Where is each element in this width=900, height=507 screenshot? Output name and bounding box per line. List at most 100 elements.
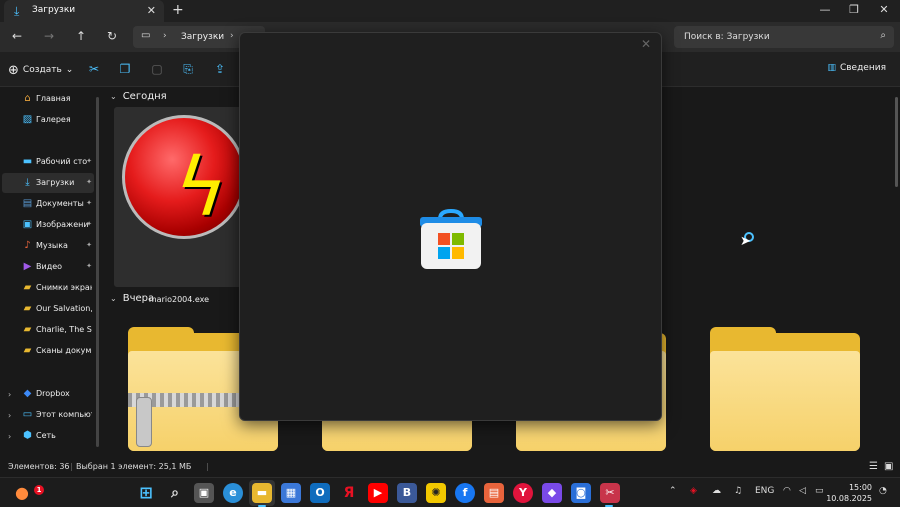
sidebar-item-label: Главная [36,94,71,103]
search-placeholder: Поиск в: Загрузки [684,32,770,42]
notification-bell-icon[interactable]: ◔ [879,486,887,496]
outlook-icon[interactable]: O [310,483,330,503]
screenshot-tool-icon[interactable]: ✂ [600,483,620,503]
file-explorer-icon[interactable]: ▬ [252,483,272,503]
rename-icon[interactable]: ⎘ [180,62,196,77]
remote-icon[interactable]: ◙ [571,483,591,503]
yandex-icon[interactable]: Я [339,483,359,503]
tab-close-icon[interactable]: ✕ [147,4,156,17]
folder-item[interactable] [710,327,860,451]
navigation-pane: ⌂ Главная ▨ Галерея ▬ Рабочий сто ✦ ⤓ За… [0,87,100,455]
forward-arrow-icon[interactable]: → [41,29,57,43]
sidebar-item-gallery[interactable]: ▨ Галерея [2,110,94,130]
chevron-right-icon[interactable]: › [230,31,234,41]
breadcrumb-downloads[interactable]: Загрузки [181,32,224,42]
chevron-right-icon[interactable]: › [163,31,167,41]
start-icon[interactable]: ⊞ [136,483,156,503]
folder-icon: ▰ [23,324,32,335]
new-tab-button[interactable]: + [172,2,184,18]
sidebar-item-music[interactable]: ♪ Музыка ✦ [2,236,94,256]
details-view-icon[interactable]: ☰ [869,461,878,472]
sidebar-item-videos[interactable]: ▶ Видео ✦ [2,257,94,277]
group-header-yesterday[interactable]: ⌄ Вчера [110,293,154,304]
wifi-icon[interactable]: ◠ [783,486,791,496]
pin-icon: ✦ [86,262,92,270]
sidebar-item-label: Документы [36,199,84,208]
zipper-pull-icon [136,397,152,447]
refresh-icon[interactable]: ↻ [104,29,120,43]
microphone-icon[interactable]: ♫ [734,486,742,496]
up-arrow-icon[interactable]: ↑ [73,29,89,43]
clock[interactable]: 15:00 10.08.2025 [826,482,872,504]
chevron-right-icon[interactable]: › [8,411,11,420]
chevron-right-icon[interactable]: › [8,432,11,441]
volume-icon[interactable]: ◁ [799,486,806,496]
paste-icon[interactable]: ▢ [149,62,165,76]
copy-icon[interactable]: ❐ [117,62,133,76]
bee-icon[interactable]: ✺ [426,483,446,503]
sidebar-item-charlie[interactable]: ▰ Charlie, The Ste [2,320,94,340]
weather-icon[interactable]: ● 1 [12,483,44,503]
sidebar-item-label: Charlie, The Ste [36,325,92,334]
sidebar-item-this-pc[interactable]: › ▭ Этот компьюте [2,405,94,425]
close-button[interactable]: ✕ [874,3,894,16]
status-divider: | [70,462,73,471]
sidebar-scrollbar[interactable] [96,97,99,447]
task-view-icon[interactable]: ▣ [194,483,214,503]
music-icon: ♪ [24,240,31,251]
sidebar-item-downloads[interactable]: ⤓ Загрузки ✦ [2,173,94,193]
chevron-right-icon[interactable]: › [8,390,11,399]
content-scrollbar[interactable] [895,97,898,187]
sidebar-item-label: Этот компьюте [36,410,92,419]
yandex-browser-icon[interactable]: Y [513,483,533,503]
minimize-button[interactable]: — [815,3,835,16]
sidebar-item-documents[interactable]: ▤ Документы ✦ [2,194,94,214]
sidebar-item-screenshots[interactable]: ▰ Снимки экрана [2,278,94,298]
sidebar-item-scans[interactable]: ▰ Сканы докумен [2,341,94,361]
game-icon[interactable]: ◆ [542,483,562,503]
facebook-icon[interactable]: f [455,483,475,503]
sidebar-item-desktop[interactable]: ▬ Рабочий сто ✦ [2,152,94,172]
clock-date: 10.08.2025 [826,494,872,503]
lightning-bolt-icon: ϟ [175,141,228,234]
group-label: Сегодня [122,91,167,102]
share-icon[interactable]: ⇪ [212,62,228,76]
language-indicator[interactable]: ENG [755,486,774,496]
edge-icon[interactable]: e [223,483,243,503]
search-input[interactable]: Поиск в: Загрузки ⌕ [674,26,894,48]
pin-icon: ✦ [86,178,92,186]
notes-icon[interactable]: ▤ [484,483,504,503]
battery-icon[interactable]: ▭ [815,486,824,496]
file-item-mario2004[interactable]: ϟ mario2004.exe [114,107,246,304]
close-icon[interactable]: ✕ [641,37,651,51]
sidebar-item-dropbox[interactable]: › ◆ Dropbox [2,384,94,404]
sidebar-item-label: Изображени [36,220,89,229]
microsoft-store-icon[interactable]: ▦ [281,483,301,503]
chevron-down-icon: ⌄ [110,92,117,101]
details-button[interactable]: ▥ Сведения [827,63,886,73]
create-button[interactable]: ⊕ Создать ⌄ [8,61,73,79]
cloud-offline-icon[interactable]: ☁ [712,486,721,496]
tray-app-icon[interactable]: ◈ [690,486,697,496]
taskbar: ● 1 ⊞ ⌕ ▣ e ▬ ▦ O Я ▶ B ✺ f ▤ Y ◆ ◙ ✂ ⌃ … [0,477,900,507]
pin-icon: ✦ [86,220,92,228]
cut-icon[interactable]: ✂ [86,62,102,76]
sidebar-item-pictures[interactable]: ▣ Изображени ✦ [2,215,94,235]
maximize-button[interactable]: ❐ [844,3,864,16]
sidebar-item-home[interactable]: ⌂ Главная [2,89,94,109]
youtube-icon[interactable]: ▶ [368,483,388,503]
store-splash-dialog: ✕ [239,32,662,421]
tab-downloads[interactable]: ⤓ Загрузки ✕ [4,0,164,22]
back-arrow-icon[interactable]: ← [9,29,25,43]
chevron-up-icon[interactable]: ⌃ [669,486,677,496]
download-icon: ⤓ [14,4,20,18]
item-count: Элементов: 36 [8,462,70,471]
sidebar-item-our-salvation[interactable]: ▰ Our Salvation, C [2,299,94,319]
sidebar-item-network[interactable]: › ⬢ Сеть [2,426,94,446]
download-icon: ⤓ [25,177,30,188]
search-icon: ⌕ [880,30,886,41]
tiles-view-icon[interactable]: ▣ [884,461,893,472]
search-icon[interactable]: ⌕ [165,483,185,503]
group-header-today[interactable]: ⌄ Сегодня [110,91,167,102]
vk-icon[interactable]: B [397,483,417,503]
